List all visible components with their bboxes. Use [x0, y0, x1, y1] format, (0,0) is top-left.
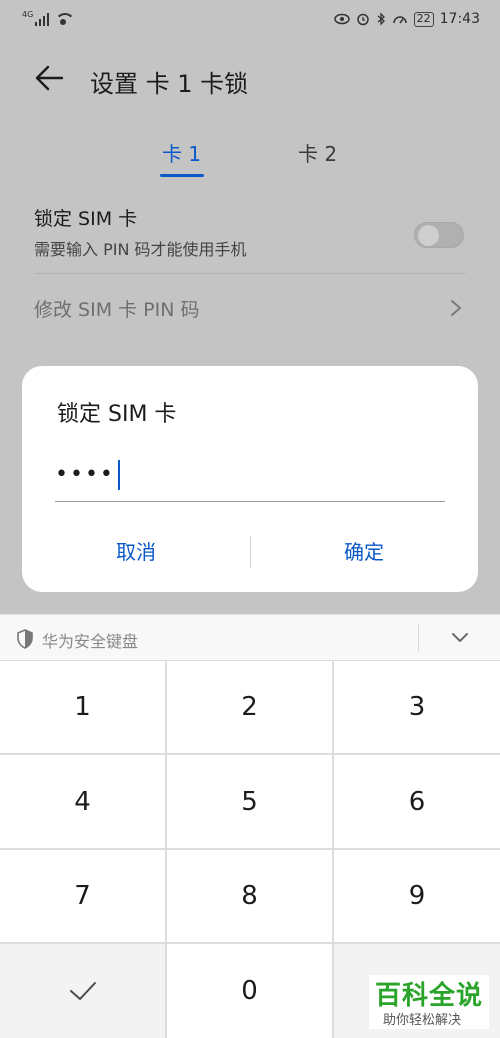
keyboard-header: 华为安全键盘: [0, 614, 500, 660]
dialog-actions: 取消 确定: [22, 534, 478, 570]
status-time: 17:43: [439, 11, 480, 27]
key-7[interactable]: 7: [0, 850, 165, 942]
key-1[interactable]: 1: [0, 661, 165, 753]
lock-sim-dialog: 锁定 SIM 卡 •••• 取消 确定: [22, 366, 478, 592]
eye-comfort-icon: [333, 13, 350, 25]
key-confirm[interactable]: [0, 944, 165, 1038]
keyboard-name: 华为安全键盘: [42, 632, 139, 651]
confirm-button[interactable]: 确定: [250, 534, 478, 570]
battery-icon: 22: [413, 11, 434, 27]
app-header: 设置 卡 1 卡锁: [0, 46, 500, 110]
tab-sim-1[interactable]: 卡 1: [162, 138, 201, 167]
key-0[interactable]: 0: [167, 944, 332, 1038]
watermark-main-text: 百科全说: [375, 981, 484, 1011]
network-type-label: 4G: [22, 10, 34, 19]
tab-selected-indicator: [160, 174, 204, 177]
status-right: 22 17:43: [333, 11, 480, 27]
watermark-logo: 百科全说 助你轻松解决: [369, 975, 489, 1029]
cancel-button[interactable]: 取消: [22, 534, 250, 570]
toggle-knob: [418, 225, 439, 246]
page-title: 设置 卡 1 卡锁: [90, 70, 249, 98]
key-8[interactable]: 8: [167, 850, 332, 942]
data-speed-icon: [392, 16, 407, 24]
check-icon: [69, 982, 96, 1000]
key-6[interactable]: 6: [334, 755, 500, 848]
pin-input-value: ••••: [55, 462, 115, 487]
bluetooth-icon: [377, 12, 385, 26]
signal-icon: [35, 12, 50, 26]
change-pin-row[interactable]: 修改 SIM 卡 PIN 码: [34, 295, 466, 325]
dialog-title: 锁定 SIM 卡: [57, 402, 177, 427]
chevron-down-icon[interactable]: [450, 631, 470, 645]
lock-sim-subtitle: 需要输入 PIN 码才能使用手机: [34, 240, 247, 259]
keyboard-header-divider: [418, 625, 419, 651]
status-bar: 4G 22 17:43: [0, 0, 500, 38]
key-5[interactable]: 5: [167, 755, 332, 848]
tab-sim-2[interactable]: 卡 2: [298, 138, 337, 167]
wifi-icon: [55, 13, 76, 25]
key-2[interactable]: 2: [167, 661, 332, 753]
key-9[interactable]: 9: [334, 850, 500, 942]
text-cursor: [117, 460, 120, 490]
alarm-icon: [356, 13, 369, 26]
shield-icon: [17, 629, 33, 649]
key-3[interactable]: 3: [334, 661, 500, 753]
change-pin-label: 修改 SIM 卡 PIN 码: [34, 299, 200, 321]
pin-input[interactable]: ••••: [55, 454, 445, 502]
back-arrow-icon[interactable]: [34, 64, 64, 92]
lock-sim-row[interactable]: 锁定 SIM 卡 需要输入 PIN 码才能使用手机: [34, 204, 466, 274]
lock-sim-title: 锁定 SIM 卡: [34, 208, 138, 230]
sim-tabs: 卡 1 卡 2: [0, 138, 500, 180]
status-left: 4G: [22, 10, 76, 26]
chevron-right-icon: [451, 300, 461, 316]
lock-sim-toggle[interactable]: [414, 222, 464, 248]
watermark-sub-text: 助你轻松解决: [383, 1013, 462, 1028]
key-4[interactable]: 4: [0, 755, 165, 848]
